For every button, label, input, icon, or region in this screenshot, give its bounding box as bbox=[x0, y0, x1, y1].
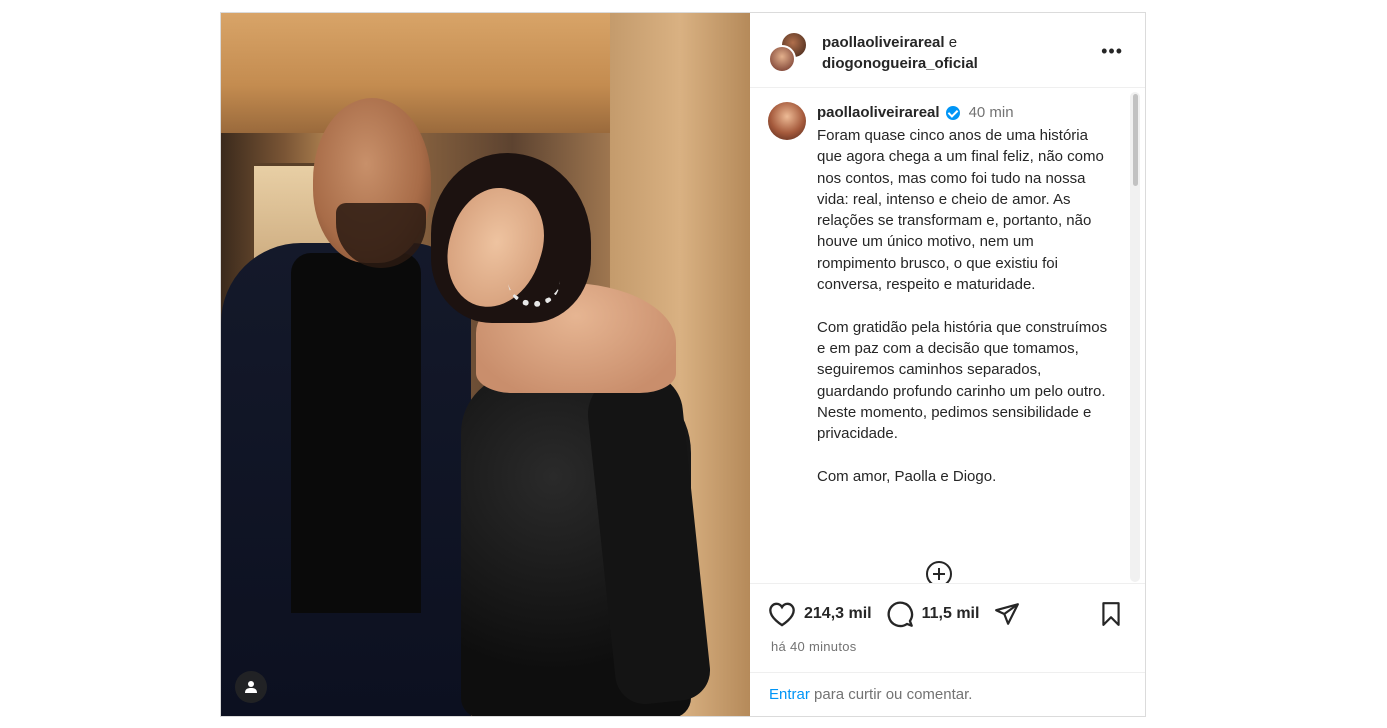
login-prompt-text: para curtir ou comentar. bbox=[809, 686, 973, 703]
post-photo[interactable] bbox=[221, 13, 750, 716]
login-prompt: Entrar para curtir ou comentar. bbox=[750, 672, 1145, 717]
user-tag-button[interactable] bbox=[235, 671, 267, 703]
caption-text: Foram quase cinco anos de uma história q… bbox=[817, 127, 1108, 485]
action-row: 214,3 mil 11,5 mil bbox=[768, 600, 1021, 628]
verified-badge-icon bbox=[945, 105, 960, 120]
post-sidebar: paollaoliveirareal e diogonogueira_ofici… bbox=[750, 13, 1145, 716]
header-connector: e bbox=[948, 34, 958, 51]
post-header: paollaoliveirareal e diogonogueira_ofici… bbox=[750, 13, 1145, 88]
more-icon[interactable]: ••• bbox=[1101, 41, 1123, 62]
caption-scrollbar-thumb[interactable] bbox=[1133, 94, 1138, 186]
like-button[interactable]: 214,3 mil bbox=[768, 601, 886, 627]
bookmark-icon bbox=[1102, 602, 1120, 626]
heart-icon bbox=[769, 602, 795, 627]
user-tag-icon bbox=[245, 681, 257, 693]
caption-avatar[interactable] bbox=[768, 102, 806, 140]
collab-usernames: paollaoliveirareal e diogonogueira_ofici… bbox=[822, 32, 978, 74]
post-card: paollaoliveirareal e diogonogueira_ofici… bbox=[220, 12, 1146, 717]
likes-count[interactable]: 214,3 mil bbox=[804, 605, 872, 623]
header-username-2[interactable]: diogonogueira_oficial bbox=[822, 55, 978, 72]
add-circle-icon[interactable] bbox=[926, 561, 952, 583]
comment-button[interactable]: 11,5 mil bbox=[886, 600, 994, 628]
save-button[interactable] bbox=[1099, 601, 1123, 632]
comments-count[interactable]: 11,5 mil bbox=[922, 605, 980, 623]
post-actions: 214,3 mil 11,5 mil há 40 minutos Entrar … bbox=[750, 583, 1145, 716]
header-username-1[interactable]: paollaoliveirareal bbox=[822, 34, 945, 51]
comment-icon bbox=[887, 601, 913, 628]
caption-header: paollaoliveirareal 40 min bbox=[817, 104, 1014, 121]
avatar-paollaoliveira[interactable] bbox=[768, 45, 796, 73]
login-link[interactable]: Entrar bbox=[769, 686, 810, 703]
post-timestamp[interactable]: há 40 minutos bbox=[771, 639, 857, 654]
caption-section: paollaoliveirareal 40 min Foram quase ci… bbox=[750, 88, 1145, 583]
share-button[interactable] bbox=[993, 601, 1021, 627]
collab-avatars[interactable] bbox=[768, 31, 810, 73]
caption-username[interactable]: paollaoliveirareal bbox=[817, 104, 940, 121]
share-icon bbox=[995, 603, 1020, 625]
photo-man-shirt bbox=[291, 253, 421, 613]
caption-time: 40 min bbox=[968, 104, 1014, 121]
